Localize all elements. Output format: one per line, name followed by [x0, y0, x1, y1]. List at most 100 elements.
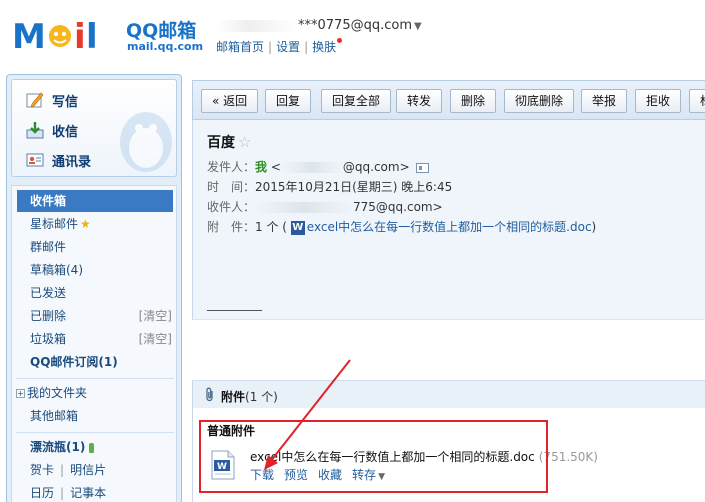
folder-drafts[interactable]: 草稿箱(4): [12, 259, 178, 281]
word-doc-icon: W: [290, 220, 305, 235]
greeting-card-link[interactable]: 贺卡: [30, 463, 54, 477]
brand-name: QQ邮箱: [126, 20, 197, 42]
expand-icon[interactable]: +: [16, 389, 25, 398]
home-link[interactable]: 邮箱首页: [216, 40, 264, 54]
mail-subject: 百度 ☆: [207, 132, 251, 152]
time-row: 时 间：2015年10月21日(星期三) 晚上6:45: [207, 178, 452, 195]
attachment-label: 附 件：: [207, 220, 256, 234]
calendar-link[interactable]: 日历: [30, 486, 54, 500]
svg-text:M: M: [12, 17, 46, 54]
word-document-icon[interactable]: W: [210, 450, 236, 480]
contact-card-icon: [26, 153, 44, 167]
time-label: 时 间：: [207, 180, 256, 194]
subject-text: 百度: [207, 135, 235, 151]
compose-button[interactable]: 写信: [26, 88, 78, 112]
reply-all-button[interactable]: 回复全部: [321, 89, 392, 113]
clear-spam-link[interactable]: [清空]: [139, 328, 172, 350]
recipient-email: 775@qq.com>: [353, 200, 443, 214]
tools-row: 日历 | 记事本: [12, 482, 178, 502]
inbox-arrow-icon: [26, 122, 44, 139]
folder-deleted[interactable]: 已删除 [清空]: [12, 305, 178, 327]
folder-spam[interactable]: 垃圾箱 [清空]: [12, 328, 178, 350]
receive-button[interactable]: 收信: [26, 118, 78, 142]
attachment-count: 1 个 (: [255, 220, 287, 234]
chevron-down-icon[interactable]: ▼: [378, 472, 385, 482]
attachment-link[interactable]: excel中怎么在每一行数值上都加一个相同的标题.doc: [307, 220, 592, 234]
attachment-file-row: excel中怎么在每一行数值上都加一个相同的标题.doc (751.50K): [250, 448, 598, 465]
from-label: 发件人：: [207, 160, 256, 174]
folder-sent[interactable]: 已发送: [12, 282, 178, 304]
attachments-title-text: 附件: [221, 390, 246, 404]
save-to-link[interactable]: 转存: [352, 468, 376, 482]
folder-starred-label: 星标邮件: [30, 217, 79, 231]
account-email: ***0775@qq.com: [298, 18, 412, 33]
attachment-file-size: (751.50K): [538, 450, 598, 464]
folder-list: 收件箱 星标邮件 ★ 群邮件 草稿箱(4) 已发送 已删除 [清空] 垃圾箱 [清空]…: [11, 185, 177, 502]
forward-button[interactable]: 转发: [396, 89, 443, 113]
sender-email: @qq.com>: [342, 160, 410, 174]
folder-other-mailboxes[interactable]: 其他邮箱: [12, 405, 178, 427]
divider: [16, 378, 174, 379]
folder-starred[interactable]: 星标邮件 ★: [12, 213, 178, 235]
attachment-file-name: excel中怎么在每一行数值上都加一个相同的标题.doc: [250, 450, 535, 464]
svg-text:W: W: [217, 462, 227, 472]
bottle-icon: [89, 442, 95, 453]
qq-penguin-watermark-icon: [120, 112, 172, 172]
header-links: 邮箱首页 | 设置 | 换肤: [216, 38, 343, 55]
star-outline-icon[interactable]: ☆: [238, 133, 251, 151]
skin-link[interactable]: 换肤: [312, 40, 336, 54]
regular-attachments-title: 普通附件: [207, 424, 256, 438]
brand-url: mail.qq.com: [127, 40, 204, 53]
notification-dot-icon: [337, 38, 343, 43]
report-button[interactable]: 举报: [581, 89, 628, 113]
folder-deleted-label: 已删除: [30, 309, 67, 323]
folder-drift-bottle[interactable]: 漂流瓶(1): [12, 436, 178, 458]
folder-inbox[interactable]: 收件箱: [17, 190, 173, 212]
mail-view: « 返回 回复 回复全部 转发 删除 彻底删除 举报 拒收 标 百度☆ 发件人：…: [192, 80, 705, 502]
header: M i l QQ邮箱 mail.qq.com ***0775@qq.com ▼ 邮…: [0, 0, 705, 66]
qq-mail-logo[interactable]: M i l: [12, 14, 124, 54]
clear-deleted-link[interactable]: [清空]: [139, 305, 172, 327]
to-label: 收件人：: [207, 200, 256, 214]
time-value: 2015年10月21日(星期三) 晚上6:45: [255, 180, 453, 194]
settings-link[interactable]: 设置: [276, 40, 300, 54]
folder-group[interactable]: 群邮件: [12, 236, 178, 258]
sidebar: 写信 收信 通讯录 收件箱 星标邮件 ★ 群邮件 草稿箱(4) 已发送 已删除 [清…: [6, 74, 182, 502]
attachments-title: 附件(1 个): [221, 388, 278, 405]
mark-button[interactable]: 标: [689, 89, 705, 113]
sender-name[interactable]: 我: [255, 160, 267, 174]
reject-button[interactable]: 拒收: [635, 89, 682, 113]
contacts-button[interactable]: 通讯录: [26, 148, 91, 172]
caret-down-icon: ▼: [414, 21, 422, 32]
contacts-label: 通讯录: [52, 154, 92, 170]
preview-link[interactable]: 预览: [284, 468, 308, 482]
folder-my-folders[interactable]: + 我的文件夹: [12, 382, 178, 404]
attachments-header: 附件(1 个): [192, 380, 705, 408]
divider: [16, 432, 174, 433]
delete-button[interactable]: 删除: [450, 89, 497, 113]
favorite-link[interactable]: 收藏: [318, 468, 342, 482]
recipient-mask: [255, 202, 354, 213]
delete-permanently-button[interactable]: 彻底删除: [504, 89, 575, 113]
paperclip-icon: [206, 387, 213, 402]
to-row: 收件人： 775@qq.com>: [207, 198, 443, 215]
postcard-link[interactable]: 明信片: [70, 463, 106, 477]
compose-label: 写信: [52, 94, 79, 110]
notebook-link[interactable]: 记事本: [70, 486, 106, 500]
account-switcher[interactable]: ***0775@qq.com ▼: [216, 18, 422, 33]
back-button[interactable]: « 返回: [201, 89, 259, 113]
quick-actions: 写信 收信 通讯录: [11, 79, 177, 177]
account-mask: [216, 19, 298, 32]
attachment-row: 附 件：1 个 ( Wexcel中怎么在每一行数值上都加一个相同的标题.doc): [207, 218, 596, 235]
mail-header: 百度 ☆ 发件人：我 < @qq.com> 时 间：2015年10月21日(星期三)…: [192, 120, 705, 320]
pencil-icon: [26, 92, 44, 108]
attachment-close: ): [591, 220, 597, 234]
folder-subscriptions[interactable]: QQ邮件订阅(1): [12, 351, 178, 373]
contact-card-icon[interactable]: [415, 162, 429, 173]
download-link[interactable]: 下载: [250, 468, 274, 482]
folder-my-folders-label: 我的文件夹: [27, 386, 88, 400]
from-row: 发件人：我 < @qq.com>: [207, 158, 429, 175]
reply-button[interactable]: 回复: [265, 89, 312, 113]
attachments-count: (1 个): [245, 390, 278, 404]
attachment-actions: 下载 预览 收藏 转存 ▼: [250, 466, 385, 483]
